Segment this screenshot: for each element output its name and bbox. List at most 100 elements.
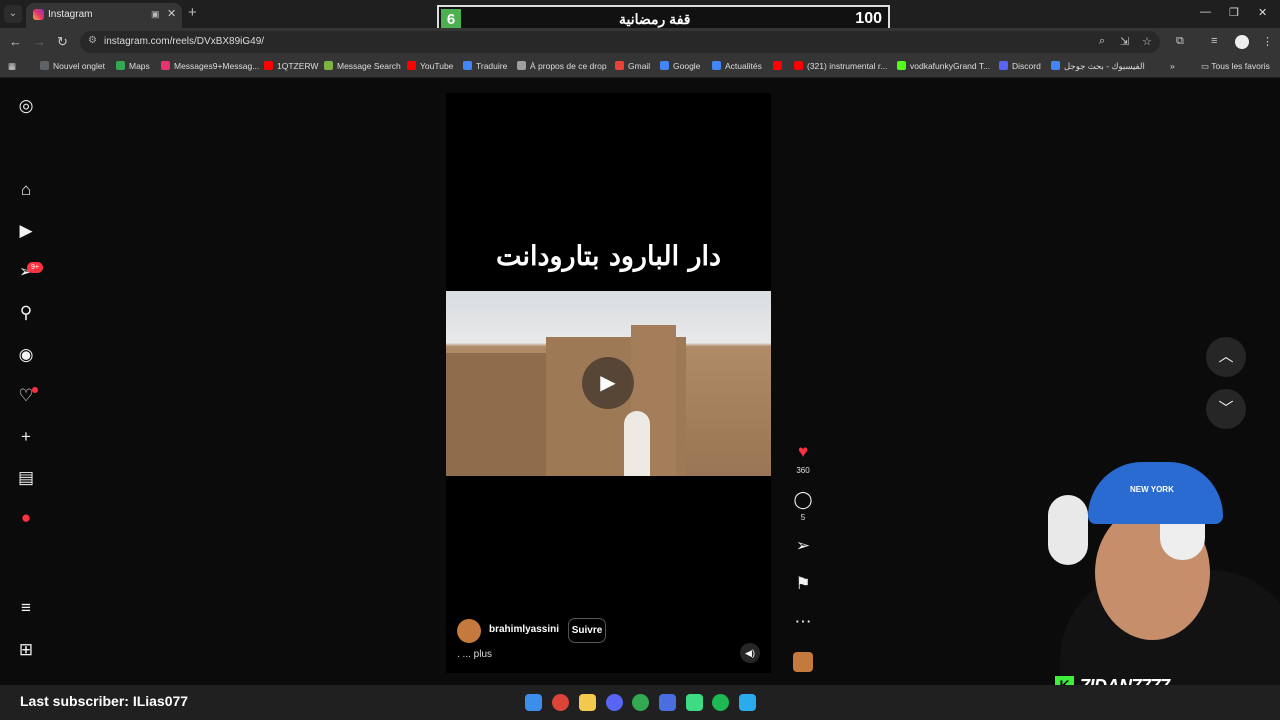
search-icon[interactable]: ⚲ [16,303,36,323]
bookmarks-bar: ▦ Nouvel onglet Maps Messages9+Messag...… [0,56,1280,78]
browser-tab-instagram[interactable]: Instagram ▣ ✕ [26,3,182,28]
bookmark-item[interactable]: Google [660,61,700,71]
author-avatar[interactable] [457,619,481,643]
bookmark-favicon-icon [794,61,803,70]
back-icon[interactable]: ← [9,34,22,49]
author-username[interactable]: brahimlyassini [489,624,559,635]
bookmark-item[interactable]: YouTube [407,61,453,71]
more-options-icon[interactable]: ⋯ [791,612,815,632]
volume-icon[interactable]: ◀) [740,643,760,663]
score-points: 100 [855,10,882,27]
save-bookmark-icon[interactable]: ⚑ [791,574,815,594]
bookmark-item[interactable] [773,61,786,71]
chrome-profile-icon[interactable] [632,694,649,711]
bookmark-favicon-icon [517,61,526,70]
bookmark-item[interactable]: vodkafunkyGrand T... [897,61,990,71]
app-icon[interactable] [659,694,676,711]
bookmark-item[interactable]: Discord [999,61,1041,71]
bookmark-favicon-icon [897,61,906,70]
bookmark-favicon-icon [615,61,624,70]
zoom-icon[interactable]: ⌕ [1099,35,1105,48]
audio-thumbnail[interactable] [793,652,813,672]
tab-title: Instagram [48,9,93,20]
windows-start-icon[interactable] [525,694,542,711]
comment-count: 5 [800,513,806,522]
score-level: 6 [441,9,461,30]
extensions-icon[interactable]: ⧉ [1176,35,1184,48]
discord-icon[interactable] [606,694,623,711]
comment-icon[interactable]: ◯ [791,490,815,510]
bookmark-item[interactable]: Gmail [615,61,650,71]
bookmark-item[interactable]: Traduire [463,61,507,71]
instagram-favicon-icon [33,9,44,20]
plus-icon[interactable]: + [16,427,36,447]
media-controls-icon[interactable]: ≡ [1211,35,1217,47]
instagram-logo-icon[interactable]: ◎ [16,96,36,116]
bookmark-favicon-icon [40,61,49,70]
video-frame[interactable]: ▶ [446,291,771,476]
caption-more[interactable]: . ... plus [457,649,492,660]
building-door [624,411,650,476]
restore-icon[interactable]: ❐ [1229,6,1239,19]
tab-media-icon[interactable]: ▣ [151,9,160,20]
bookmark-favicon-icon [407,61,416,70]
next-reel-icon[interactable]: ﹀ [1206,389,1246,429]
taskbar: Last subscriber: ILias077 [0,685,1280,720]
chart-icon[interactable]: ▤ [16,468,36,488]
telegram-icon[interactable] [739,694,756,711]
previous-reel-icon[interactable]: ︿ [1206,337,1246,377]
minimize-icon[interactable]: — [1200,6,1211,18]
hamburger-icon[interactable]: ≡ [16,598,36,618]
new-tab-icon[interactable]: + [188,4,197,21]
apps-icon[interactable]: ⊞ [16,640,36,660]
bookmark-item[interactable]: Maps [116,61,150,71]
bookmark-item[interactable]: À propos de ce drop [517,61,607,71]
file-explorer-icon[interactable] [579,694,596,711]
install-app-icon[interactable]: ⇲ [1120,35,1129,48]
browser-toolbar: ← → ↻ ⚙ instagram.com/reels/DVxBX89iG49/… [0,28,1280,56]
compass-icon[interactable]: ◉ [16,345,36,365]
site-info-icon[interactable]: ⚙ [88,35,97,46]
chrome-icon[interactable] [552,694,569,711]
webcam-overlay: NEW YORK [1040,460,1280,685]
home-icon[interactable]: ⌂ [16,180,36,200]
bookmark-favicon-icon [999,61,1008,70]
apps-grid-icon[interactable]: ▦ [8,61,16,72]
reel-overlay-title: دار البارود بتارودانت [495,241,722,272]
forward-icon[interactable]: → [33,34,46,49]
profile-avatar[interactable] [1235,35,1249,49]
share-icon[interactable]: ➢ [791,536,815,556]
tab-search-menu-icon[interactable]: ⌄ [4,5,22,23]
spotify-icon[interactable] [712,694,729,711]
all-bookmarks[interactable]: ▭ Tous les favoris [1201,61,1270,72]
follow-button[interactable]: Suivre [568,618,606,643]
play-icon[interactable]: ▶ [582,357,634,409]
bookmark-item[interactable]: (321) instrumental r... [794,61,887,71]
notification-badge: 9+ [27,262,43,273]
bookmark-item[interactable]: Nouvel onglet [40,61,105,71]
bookmark-item[interactable]: 1QTZERW [264,61,318,71]
profile-avatar-icon[interactable]: ● [16,508,36,528]
reels-icon[interactable]: ▶ [16,221,36,241]
bookmark-item[interactable]: Message Search [324,61,401,71]
android-icon[interactable] [686,694,703,711]
reload-icon[interactable]: ↻ [57,34,68,50]
address-bar[interactable]: ⚙ instagram.com/reels/DVxBX89iG49/ [80,31,1160,53]
chrome-menu-icon[interactable]: ⋮ [1262,35,1273,48]
tab-close-icon[interactable]: ✕ [167,7,176,20]
bookmark-item[interactable]: Actualités [712,61,762,71]
bookmark-item[interactable]: Messages9+Messag... [161,61,259,71]
bookmark-favicon-icon [116,61,125,70]
folder-icon: ▭ [1201,61,1212,71]
bookmarks-overflow-icon[interactable]: » [1170,61,1175,71]
url-text: instagram.com/reels/DVxBX89iG49/ [104,36,265,47]
bookmark-item[interactable]: الفيسبوك - بحث جوجل [1051,61,1145,72]
headphone-left [1048,495,1088,565]
bookmark-favicon-icon [463,61,472,70]
window-close-icon[interactable]: ✕ [1258,6,1267,19]
notification-dot [32,387,38,393]
bookmark-favicon-icon [712,61,721,70]
bookmark-star-icon[interactable]: ☆ [1142,35,1152,48]
like-heart-icon[interactable]: ♥ [791,442,815,462]
reel-player[interactable]: دار البارود بتارودانت ▶ brahimlyassini S… [446,93,771,673]
